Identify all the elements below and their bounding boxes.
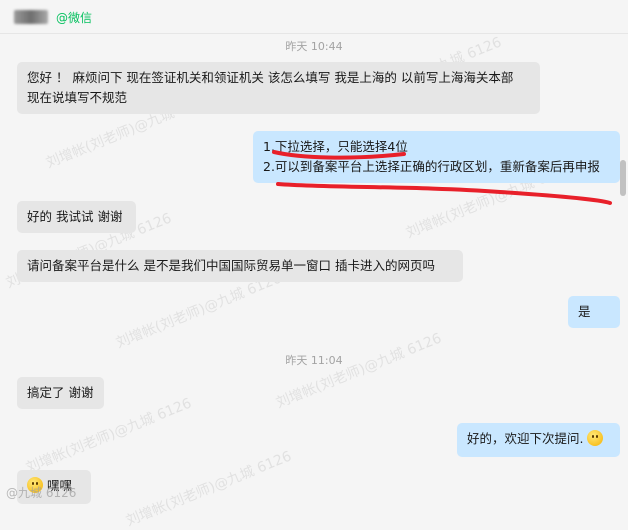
message-bubble-outgoing[interactable]: 1.下拉选择，只能选择4位 2.可以到备案平台上选择正确的行政区划，重新备案后再…: [253, 131, 620, 183]
message-text: 您好 ！ 麻烦问下 现在签证机关和领证机关 该怎么填写 我是上海的 以前写上海海…: [27, 70, 514, 85]
message-text: 2.可以到备案平台上选择正确的行政区划，重新备案后再申报: [263, 159, 600, 174]
message-text: 请问备案平台是什么 是不是我们中国国际贸易单一窗口 插卡进入的网页吗: [27, 258, 435, 273]
timestamp: 昨天 11:04: [285, 354, 343, 367]
message-text: 是: [578, 304, 591, 319]
message-bubble-incoming[interactable]: 您好 ！ 麻烦问下 现在签证机关和领证机关 该怎么填写 我是上海的 以前写上海海…: [17, 62, 540, 114]
smile-emoji-icon: [587, 430, 604, 446]
source-tag: @微信: [56, 11, 93, 25]
message-text: 好的 我试试 谢谢: [27, 209, 123, 224]
message-bubble-outgoing[interactable]: 好的，欢迎下次提问.: [457, 423, 620, 457]
watermark: 刘增帐(刘老师)@九城 6126: [273, 330, 444, 412]
message-text: 搞定了 谢谢: [27, 385, 94, 400]
message-text: 现在说填写不规范: [27, 90, 128, 105]
chat-header: @微信: [0, 0, 628, 34]
message-bubble-outgoing[interactable]: 是: [568, 296, 620, 328]
chat-scrollbar[interactable]: [620, 160, 626, 196]
timestamp: 昨天 10:44: [285, 40, 343, 53]
message-text: 好的，欢迎下次提问.: [467, 431, 584, 446]
message-bubble-incoming[interactable]: 搞定了 谢谢: [17, 377, 104, 409]
message-bubble-incoming[interactable]: 好的 我试试 谢谢: [17, 201, 136, 233]
message-text: 1.下拉选择，只能选择4位: [263, 139, 408, 154]
contact-name-blurred: [14, 10, 48, 24]
bottom-watermark: @九城 6126: [6, 486, 77, 500]
message-bubble-incoming[interactable]: 请问备案平台是什么 是不是我们中国国际贸易单一窗口 插卡进入的网页吗: [17, 250, 463, 282]
watermark: 刘增帐(刘老师)@九城 6126: [123, 448, 294, 530]
